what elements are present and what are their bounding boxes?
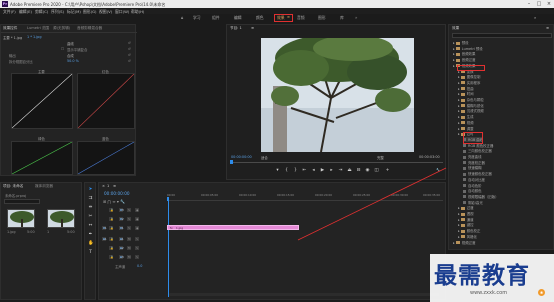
watermark-url: www.zxxk.com	[470, 290, 508, 296]
watermark-text: 最需教育	[434, 262, 530, 289]
watermark-badge-icon: ❀	[538, 289, 545, 296]
watermark-logo: 最需教育 www.zxxk.com ❀	[430, 254, 554, 302]
